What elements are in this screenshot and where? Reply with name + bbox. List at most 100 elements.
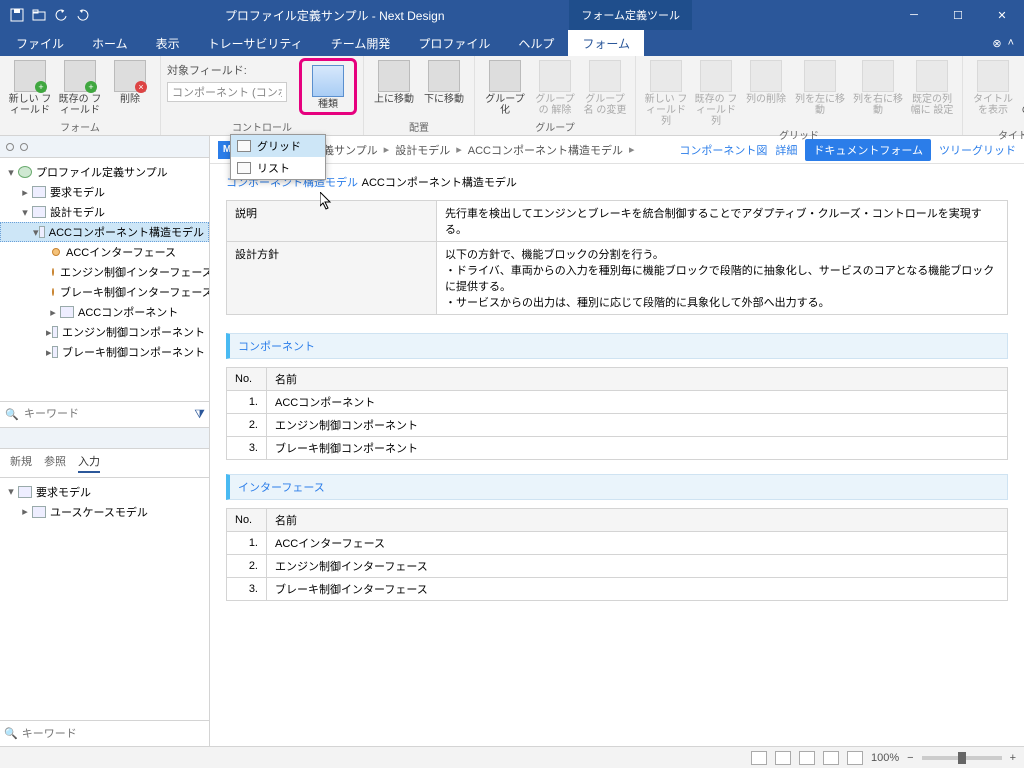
tree-c1[interactable]: ▸ACCコンポーネント <box>0 302 209 322</box>
view-icon-2[interactable] <box>775 751 791 765</box>
search-input-lower[interactable] <box>22 728 205 740</box>
component-icon <box>52 326 58 338</box>
tab-input[interactable]: 入力 <box>78 453 100 473</box>
req-model-row[interactable]: ▾要求モデル <box>0 482 209 502</box>
zoom-slider[interactable] <box>922 756 1002 760</box>
new-field-button[interactable]: 新しい フィールド <box>6 58 54 116</box>
col-settings-button: 既定の列幅に 設定 <box>908 58 956 116</box>
view-treegrid[interactable]: ツリーグリッド <box>939 142 1016 158</box>
title-bar: プロファイル定義サンプル - Next Design フォーム定義ツール ─ ☐… <box>0 0 1024 30</box>
table-row[interactable]: 3.ブレーキ制御コンポーネント <box>227 437 1008 460</box>
view-docform[interactable]: ドキュメントフォーム <box>805 139 931 161</box>
rename-group-button: グループ名 の変更 <box>581 58 629 116</box>
model-icon <box>32 186 46 198</box>
group-label-layout: 配置 <box>409 119 429 134</box>
breadcrumb-bar: M プロファイル定義サンプル▸ 設計モデル▸ ACCコンポーネント構造モデル▸ … <box>210 136 1024 164</box>
view-diagram[interactable]: コンポーネント図 <box>679 142 767 158</box>
context-tab-label: フォーム定義ツール <box>569 0 692 30</box>
interface-icon <box>52 288 54 296</box>
zoom-in-button[interactable]: + <box>1010 752 1016 764</box>
view-icon-1[interactable] <box>751 751 767 765</box>
tree-if3[interactable]: ブレーキ制御インターフェース <box>0 282 209 302</box>
group-label-form: フォーム <box>60 119 100 134</box>
show-title-button: タイトル を表示 <box>969 58 1017 116</box>
menu-view[interactable]: 表示 <box>142 30 194 56</box>
tree-design[interactable]: ▾設計モデル <box>0 202 209 222</box>
tree-root[interactable]: ▾プロファイル定義サンプル <box>0 162 209 182</box>
view-icon-5[interactable] <box>847 751 863 765</box>
group-button[interactable]: グループ化 <box>481 58 529 116</box>
menu-team[interactable]: チーム開発 <box>317 30 405 56</box>
crumb-2[interactable]: ACCコンポーネント構造モデル <box>468 142 623 158</box>
model-icon <box>32 506 46 518</box>
menu-file[interactable]: ファイル <box>2 30 78 56</box>
dropdown-item-grid[interactable]: グリッド <box>231 135 325 157</box>
menu-profile[interactable]: プロファイル <box>404 30 504 56</box>
component-model-icon <box>39 226 45 238</box>
maximize-button[interactable]: ☐ <box>936 0 980 30</box>
move-down-button[interactable]: 下に移動 <box>420 58 468 105</box>
table-row[interactable]: 1.ACCコンポーネント <box>227 391 1008 414</box>
tab-ref[interactable]: 参照 <box>44 453 66 473</box>
tree-req[interactable]: ▸要求モデル <box>0 182 209 202</box>
search-icon[interactable]: 🔍 <box>4 727 18 740</box>
model-icon <box>18 486 32 498</box>
type-button[interactable]: 種類 <box>304 63 352 110</box>
title-direction-button[interactable]: タイトルの 表示方向 <box>1019 58 1024 127</box>
tree-if2[interactable]: エンジン制御インターフェース <box>0 262 209 282</box>
error-indicator-icon[interactable]: ⊗ <box>992 37 1001 50</box>
search-icon[interactable]: 🔍 <box>4 406 20 422</box>
menu-help[interactable]: ヘルプ <box>504 30 568 56</box>
menu-home[interactable]: ホーム <box>78 30 142 56</box>
existing-field-button[interactable]: 既存の フィールド <box>56 58 104 116</box>
view-detail[interactable]: 詳細 <box>775 142 797 158</box>
view-icon-3[interactable] <box>799 751 815 765</box>
usecase-row[interactable]: ▸ユースケースモデル <box>0 502 209 522</box>
tree-if1[interactable]: ACCインターフェース <box>0 242 209 262</box>
zoom-out-button[interactable]: − <box>907 752 913 764</box>
doc-title: コンポーネント構造モデル ACCコンポーネント構造モデル <box>226 174 1008 190</box>
save-icon[interactable] <box>10 8 24 22</box>
model-tree[interactable]: ▾プロファイル定義サンプル ▸要求モデル ▾設計モデル ▾ACCコンポーネント構… <box>0 158 209 401</box>
section-components: コンポーネント <box>226 333 1008 359</box>
desc-val-1[interactable]: 先行車を検出してエンジンとブレーキを統合制御することでアダプティブ・クルーズ・コ… <box>437 201 1008 242</box>
crumb-1[interactable]: 設計モデル <box>395 142 450 158</box>
document-content: コンポーネント構造モデル ACCコンポーネント構造モデル 説明先行車を検出してエ… <box>210 164 1024 746</box>
interface-icon <box>52 248 60 256</box>
delete-field-button[interactable]: 削除 <box>106 58 154 105</box>
view-icon-4[interactable] <box>823 751 839 765</box>
window-title: プロファイル定義サンプル - Next Design <box>100 7 569 24</box>
delete-col-button: 列の削除 <box>742 58 790 105</box>
tree-c2[interactable]: ▸エンジン制御コンポーネント <box>0 322 209 342</box>
project-icon <box>18 166 32 178</box>
desc-val-2[interactable]: 以下の方針で、機能ブロックの分割を行う。・ドライバ、車両からの入力を種別毎に機能… <box>437 242 1008 315</box>
new-col-button: 新しい フィールド列 <box>642 58 690 127</box>
table-row[interactable]: 1.ACCインターフェース <box>227 532 1008 555</box>
interface-icon <box>52 268 54 276</box>
tree-c3[interactable]: ▸ブレーキ制御コンポーネント <box>0 342 209 362</box>
close-button[interactable]: ✕ <box>980 0 1024 30</box>
status-bar: 100% − + <box>0 746 1024 768</box>
model-icon <box>32 206 46 218</box>
dropdown-item-list[interactable]: リスト <box>231 157 325 179</box>
target-field-input[interactable] <box>167 82 287 102</box>
filter-icon[interactable]: ⧩ <box>194 407 205 422</box>
interfaces-table: No.名前 1.ACCインターフェース 2.エンジン制御インターフェース 3.ブ… <box>226 508 1008 601</box>
table-row[interactable]: 2.エンジン制御インターフェース <box>227 555 1008 578</box>
menu-form[interactable]: フォーム <box>568 30 644 56</box>
move-up-button[interactable]: 上に移動 <box>370 58 418 105</box>
table-row[interactable]: 3.ブレーキ制御インターフェース <box>227 578 1008 601</box>
folder-icon[interactable] <box>32 8 46 22</box>
menu-bar: ファイル ホーム 表示 トレーサビリティ チーム開発 プロファイル ヘルプ フォ… <box>0 30 1024 56</box>
type-dropdown: グリッド リスト <box>230 134 326 180</box>
table-row[interactable]: 2.エンジン制御コンポーネント <box>227 414 1008 437</box>
menu-trace[interactable]: トレーサビリティ <box>194 30 317 56</box>
search-input[interactable] <box>24 408 190 420</box>
desc-key-2: 設計方針 <box>227 242 437 315</box>
redo-icon[interactable] <box>76 8 90 22</box>
tree-acc-model[interactable]: ▾ACCコンポーネント構造モデル <box>0 222 209 242</box>
collapse-ribbon-icon[interactable]: ˄ <box>1008 37 1014 50</box>
tab-new[interactable]: 新規 <box>10 453 32 473</box>
undo-icon[interactable] <box>54 8 68 22</box>
minimize-button[interactable]: ─ <box>892 0 936 30</box>
